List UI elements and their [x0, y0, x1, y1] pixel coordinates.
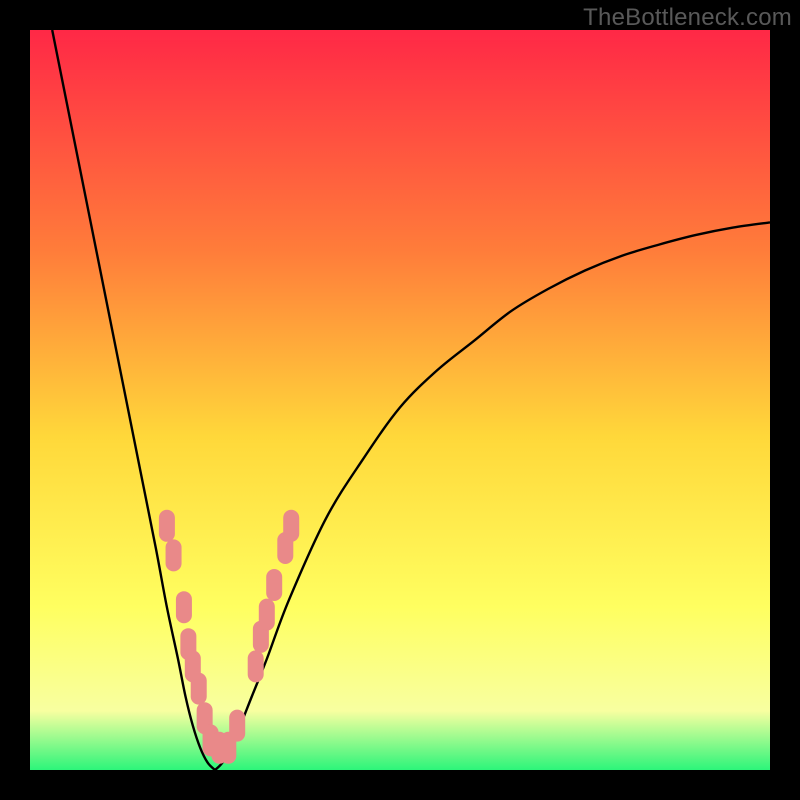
- watermark-text: TheBottleneck.com: [583, 4, 792, 32]
- chart-svg: [30, 30, 770, 770]
- data-marker: [166, 539, 182, 571]
- data-marker: [191, 673, 207, 705]
- data-marker: [259, 599, 275, 631]
- data-marker: [176, 591, 192, 623]
- chart-frame: TheBottleneck.com: [0, 0, 800, 800]
- data-marker: [248, 650, 264, 682]
- gradient-background: [30, 30, 770, 770]
- data-marker: [229, 710, 245, 742]
- data-marker: [266, 569, 282, 601]
- data-marker: [283, 510, 299, 542]
- data-marker: [159, 510, 175, 542]
